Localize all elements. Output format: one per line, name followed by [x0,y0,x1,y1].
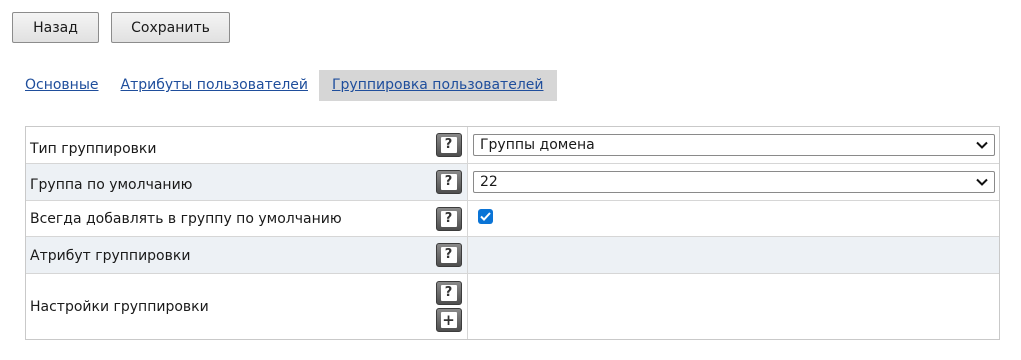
tab-user-grouping[interactable]: Группировка пользователей [319,70,557,101]
grouping-attribute-label: Атрибут группировки [30,248,191,264]
form-row-grouping-settings: Настройки группировки ? + [26,273,999,339]
form-row-default-group: Группа по умолчанию ? 22 [26,163,999,200]
question-icon: ? [440,174,457,190]
grouping-type-help-cell: ? [430,127,467,163]
back-button[interactable]: Назад [12,12,99,43]
grouping-settings-form: Тип группировки ? Группы домена Группа п… [25,126,1000,340]
question-icon: ? [440,137,457,153]
question-icon: ? [440,247,457,263]
help-button[interactable]: ? [435,281,462,305]
default-group-selected-value: 22 [480,174,498,190]
grouping-type-selected-value: Группы домена [480,137,595,153]
grouping-settings-label: Настройки группировки [30,298,209,315]
form-row-grouping-type: Тип группировки ? Группы домена [26,127,999,163]
tab-bar: Основные Атрибуты пользователей Группиро… [14,70,557,101]
grouping-type-select[interactable]: Группы домена [473,134,995,156]
save-button[interactable]: Сохранить [111,12,230,43]
form-row-always-add-default: Всегда добавлять в группу по умолчанию ? [26,200,999,236]
grouping-attribute-value-cell [467,237,999,273]
always-add-default-value-cell [467,201,999,236]
grouping-attribute-help-cell: ? [430,237,467,273]
chevron-down-icon [976,178,988,186]
form-row-grouping-attribute: Атрибут группировки ? [26,236,999,273]
default-group-value-cell: 22 [467,164,999,200]
default-group-label: Группа по умолчанию [30,176,193,193]
chevron-down-icon [976,141,988,149]
default-group-help-cell: ? [430,164,467,200]
help-button[interactable]: ? [435,243,462,267]
help-button[interactable]: ? [435,133,462,157]
tab-user-attributes[interactable]: Атрибуты пользователей [110,70,319,101]
add-setting-button[interactable]: + [435,308,462,332]
default-group-select[interactable]: 22 [473,171,995,193]
always-add-default-checkbox[interactable] [478,209,493,224]
plus-icon: + [440,311,457,329]
always-add-default-help-cell: ? [430,201,467,236]
help-button[interactable]: ? [435,206,462,231]
always-add-default-label: Всегда добавлять в группу по умолчанию [30,210,342,227]
grouping-type-label: Тип группировки [30,141,157,157]
question-icon: ? [440,210,457,227]
grouping-settings-help-cell: ? + [430,274,467,339]
tab-general[interactable]: Основные [14,70,110,101]
grouping-type-value-cell: Группы домена [467,127,999,163]
grouping-settings-value-cell [467,274,999,339]
question-icon: ? [440,285,457,301]
help-button[interactable]: ? [435,170,462,194]
checkmark-icon [480,212,491,221]
